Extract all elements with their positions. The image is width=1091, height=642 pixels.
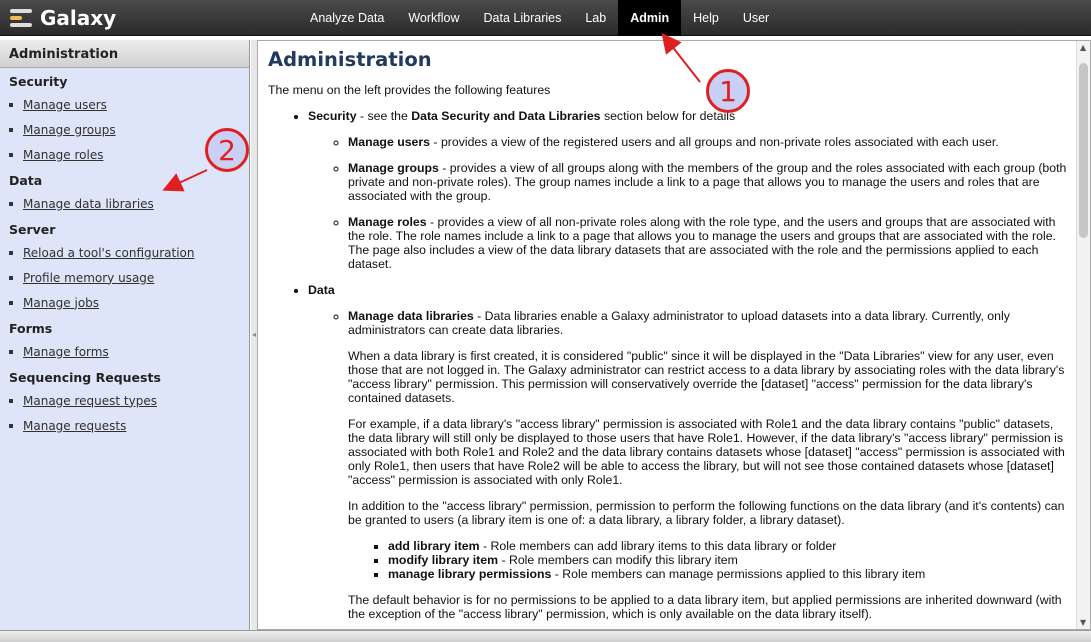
tab-help[interactable]: Help [681, 0, 731, 36]
sidebar-item-reload-tool: Reload a tool's configuration [0, 240, 249, 265]
admin-sidebar: Administration Security Manage users Man… [0, 40, 250, 630]
manage-requests-link[interactable]: Manage requests [23, 419, 126, 433]
tab-workflow[interactable]: Workflow [396, 0, 471, 36]
callout-badge-2: 2 [205, 128, 249, 172]
tab-user[interactable]: User [731, 0, 781, 36]
section-forms: Forms [9, 321, 53, 336]
section-sequencing-requests: Sequencing Requests [9, 370, 161, 385]
list-item-perm: modify library item - Role members can m… [388, 553, 1068, 567]
manage-data-libraries-link[interactable]: Manage data libraries [23, 197, 154, 211]
list-item-data: Data Manage data libraries - Data librar… [308, 283, 1068, 621]
sidebar-item-manage-jobs: Manage jobs [0, 290, 249, 315]
sidebar-item-manage-requests: Manage requests [0, 413, 249, 438]
list-item-perm: manage library permissions - Role member… [388, 567, 1068, 581]
feature-list: Security - see the Data Security and Dat… [308, 109, 1068, 621]
scrollbar-thumb[interactable] [1079, 63, 1088, 238]
list-item-manage-groups: Manage groups - provides a view of all g… [348, 161, 1068, 203]
page-title: Administration [268, 48, 432, 71]
intro-text: The menu on the left provides the follow… [268, 83, 551, 97]
tab-data-libraries[interactable]: Data Libraries [472, 0, 574, 36]
sidebar-item-profile-memory: Profile memory usage [0, 265, 249, 290]
brand[interactable]: Galaxy [10, 6, 116, 30]
list-item-manage-data-libraries: Manage data libraries - Data libraries e… [348, 309, 1068, 621]
list-item-perm: add library item - Role members can add … [388, 539, 1068, 553]
tab-lab[interactable]: Lab [573, 0, 618, 36]
brand-name: Galaxy [40, 6, 117, 30]
manage-groups-link[interactable]: Manage groups [23, 123, 116, 137]
permission-list: add library item - Role members can add … [388, 539, 1068, 581]
scroll-up-icon[interactable]: ▲ [1080, 43, 1086, 52]
center-panel: Administration The menu on the left prov… [257, 40, 1091, 630]
collapse-arrow-icon[interactable]: ◂ [252, 330, 256, 339]
manage-request-types-link[interactable]: Manage request types [23, 394, 157, 408]
section-security: Security [9, 74, 68, 89]
admin-content: Administration The menu on the left prov… [268, 48, 1068, 629]
tab-admin[interactable]: Admin [618, 0, 682, 36]
callout-badge-1: 1 [706, 69, 750, 113]
bottom-bar [0, 630, 1091, 642]
manage-users-link[interactable]: Manage users [23, 98, 107, 112]
list-item-manage-users: Manage users - provides a view of the re… [348, 135, 1068, 149]
sidebar-title: Administration [0, 40, 249, 68]
scroll-down-icon[interactable]: ▼ [1080, 618, 1086, 627]
data-para-1: When a data library is first created, it… [348, 349, 1065, 405]
reload-tool-config-link[interactable]: Reload a tool's configuration [23, 246, 195, 260]
profile-memory-link[interactable]: Profile memory usage [23, 271, 154, 285]
sidebar-item-manage-users: Manage users [0, 92, 249, 117]
section-data: Data [9, 173, 43, 188]
manage-jobs-link[interactable]: Manage jobs [23, 296, 99, 310]
section-server: Server [9, 222, 56, 237]
tab-analyze-data[interactable]: Analyze Data [298, 0, 396, 36]
manage-forms-link[interactable]: Manage forms [23, 345, 109, 359]
data-para-2: For example, if a data library's "access… [348, 417, 1065, 487]
list-item-security: Security - see the Data Security and Dat… [308, 109, 1068, 271]
sidebar-item-manage-data-libraries: Manage data libraries [0, 191, 249, 216]
sidebar-item-manage-request-types: Manage request types [0, 388, 249, 413]
galaxy-logo-icon [10, 7, 34, 29]
vertical-scrollbar[interactable]: ▲ ▼ [1076, 41, 1090, 629]
data-para-3: In addition to the "access library" perm… [348, 499, 1065, 527]
main-nav: Analyze Data Workflow Data Libraries Lab… [298, 0, 781, 36]
data-para-4: The default behavior is for no permissio… [348, 593, 1062, 621]
manage-roles-link[interactable]: Manage roles [23, 148, 103, 162]
list-item-manage-roles: Manage roles - provides a view of all no… [348, 215, 1068, 271]
masthead: Galaxy Analyze Data Workflow Data Librar… [0, 0, 1091, 36]
sidebar-item-manage-forms: Manage forms [0, 339, 249, 364]
